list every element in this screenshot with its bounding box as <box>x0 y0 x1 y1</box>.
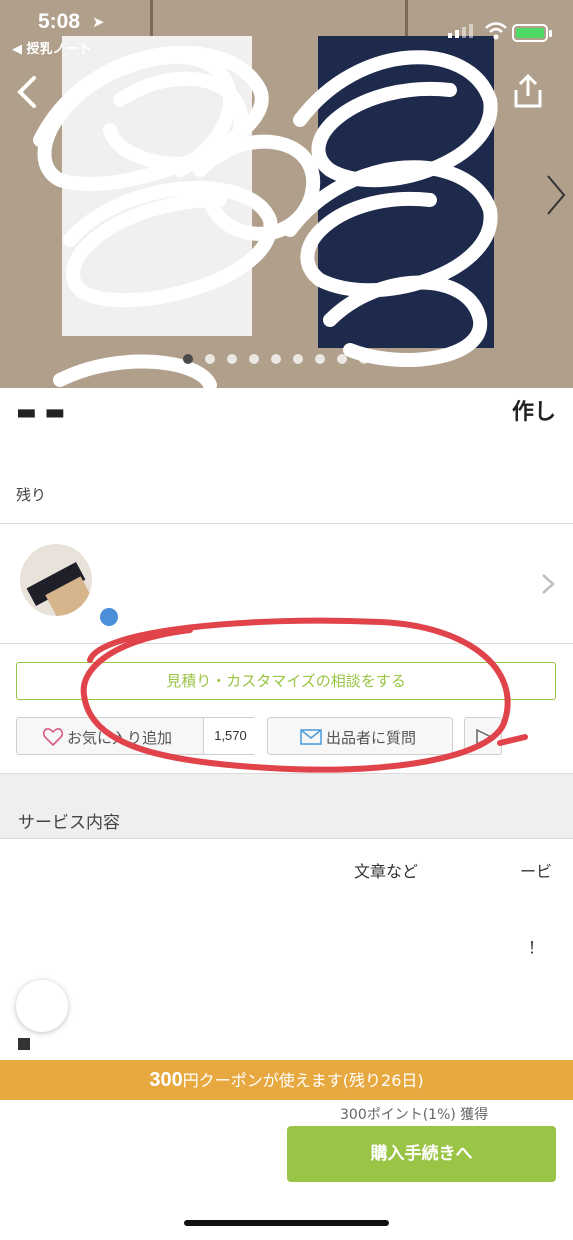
globe-icon <box>100 608 118 626</box>
slide-dot <box>292 354 303 364</box>
share-icon[interactable] <box>508 72 548 112</box>
slide-dot <box>182 354 193 364</box>
wifi-icon <box>485 22 507 40</box>
slide-dot <box>270 354 281 364</box>
service-text-fragment: ービ <box>520 862 553 881</box>
slide-dot <box>248 354 259 364</box>
coupon-unit: 円 <box>182 1071 199 1090</box>
add-favorite-button[interactable]: お気に入り追加 1,570 <box>16 717 257 755</box>
service-section-header: サービス内容 <box>0 773 573 839</box>
points-earned: 300ポイント(1%) 獲得 <box>340 1107 489 1123</box>
location-arrow-icon: ➤ <box>92 13 105 31</box>
slide-dot <box>380 354 391 364</box>
ask-seller-label: 出品者に質問 <box>326 729 417 747</box>
heart-icon <box>43 728 63 746</box>
slide-dot <box>336 354 347 364</box>
slide-dot <box>204 354 215 364</box>
back-chevron-icon[interactable] <box>10 72 46 112</box>
coupon-amount: 300 <box>149 1069 183 1091</box>
ask-seller-button[interactable]: 出品者に質問 <box>267 717 453 755</box>
battery-icon <box>512 24 552 42</box>
slide-dot <box>314 354 325 364</box>
service-description: 文章など ービ ！ <box>0 840 573 1060</box>
listing-title-area: ▬ ▬ 作し 残り <box>0 388 573 524</box>
consult-customize-button[interactable]: 見積り・カスタマイズの相談をする <box>16 662 556 700</box>
back-to-app-link[interactable]: ◀ 授乳ノート <box>12 38 92 57</box>
coupon-text: クーポンが使えます(残り26日) <box>198 1071 424 1090</box>
home-indicator <box>184 1220 389 1226</box>
service-text-fragment: ！ <box>528 938 545 957</box>
hero-image[interactable] <box>0 0 573 388</box>
send-arrow-icon <box>476 728 493 746</box>
service-header-label: サービス内容 <box>18 813 120 833</box>
favorite-label: お気に入り追加 <box>67 729 173 747</box>
signal-icon <box>448 24 473 38</box>
favorite-count: 1,570 <box>203 718 257 754</box>
slide-dot <box>358 354 369 364</box>
purchase-button[interactable]: 購入手続きへ <box>287 1126 556 1182</box>
chevron-right-icon <box>542 574 555 594</box>
status-bar: 5:08 ➤ ◀ 授乳ノート <box>0 0 573 58</box>
status-time: 5:08 <box>38 10 81 33</box>
mail-icon <box>300 729 322 745</box>
seller-row[interactable] <box>0 524 573 644</box>
slide-dot <box>226 354 237 364</box>
seller-avatar <box>20 544 92 616</box>
purchase-bar: 300ポイント(1%) 獲得 購入手続きへ <box>0 1100 573 1240</box>
bullet-square <box>18 1038 30 1050</box>
listing-title: ▬ ▬ 作し <box>16 400 556 425</box>
slide-indicator <box>0 354 573 368</box>
next-slide-chevron-icon[interactable] <box>540 172 570 218</box>
redaction-scribble <box>33 45 498 388</box>
coupon-banner[interactable]: 300円クーポンが使えます(残り26日) <box>0 1060 573 1108</box>
send-button[interactable] <box>464 717 502 755</box>
remaining-count: 残り <box>16 486 47 504</box>
service-text-fragment: 文章など <box>354 862 419 881</box>
floating-action-button[interactable] <box>16 980 68 1032</box>
